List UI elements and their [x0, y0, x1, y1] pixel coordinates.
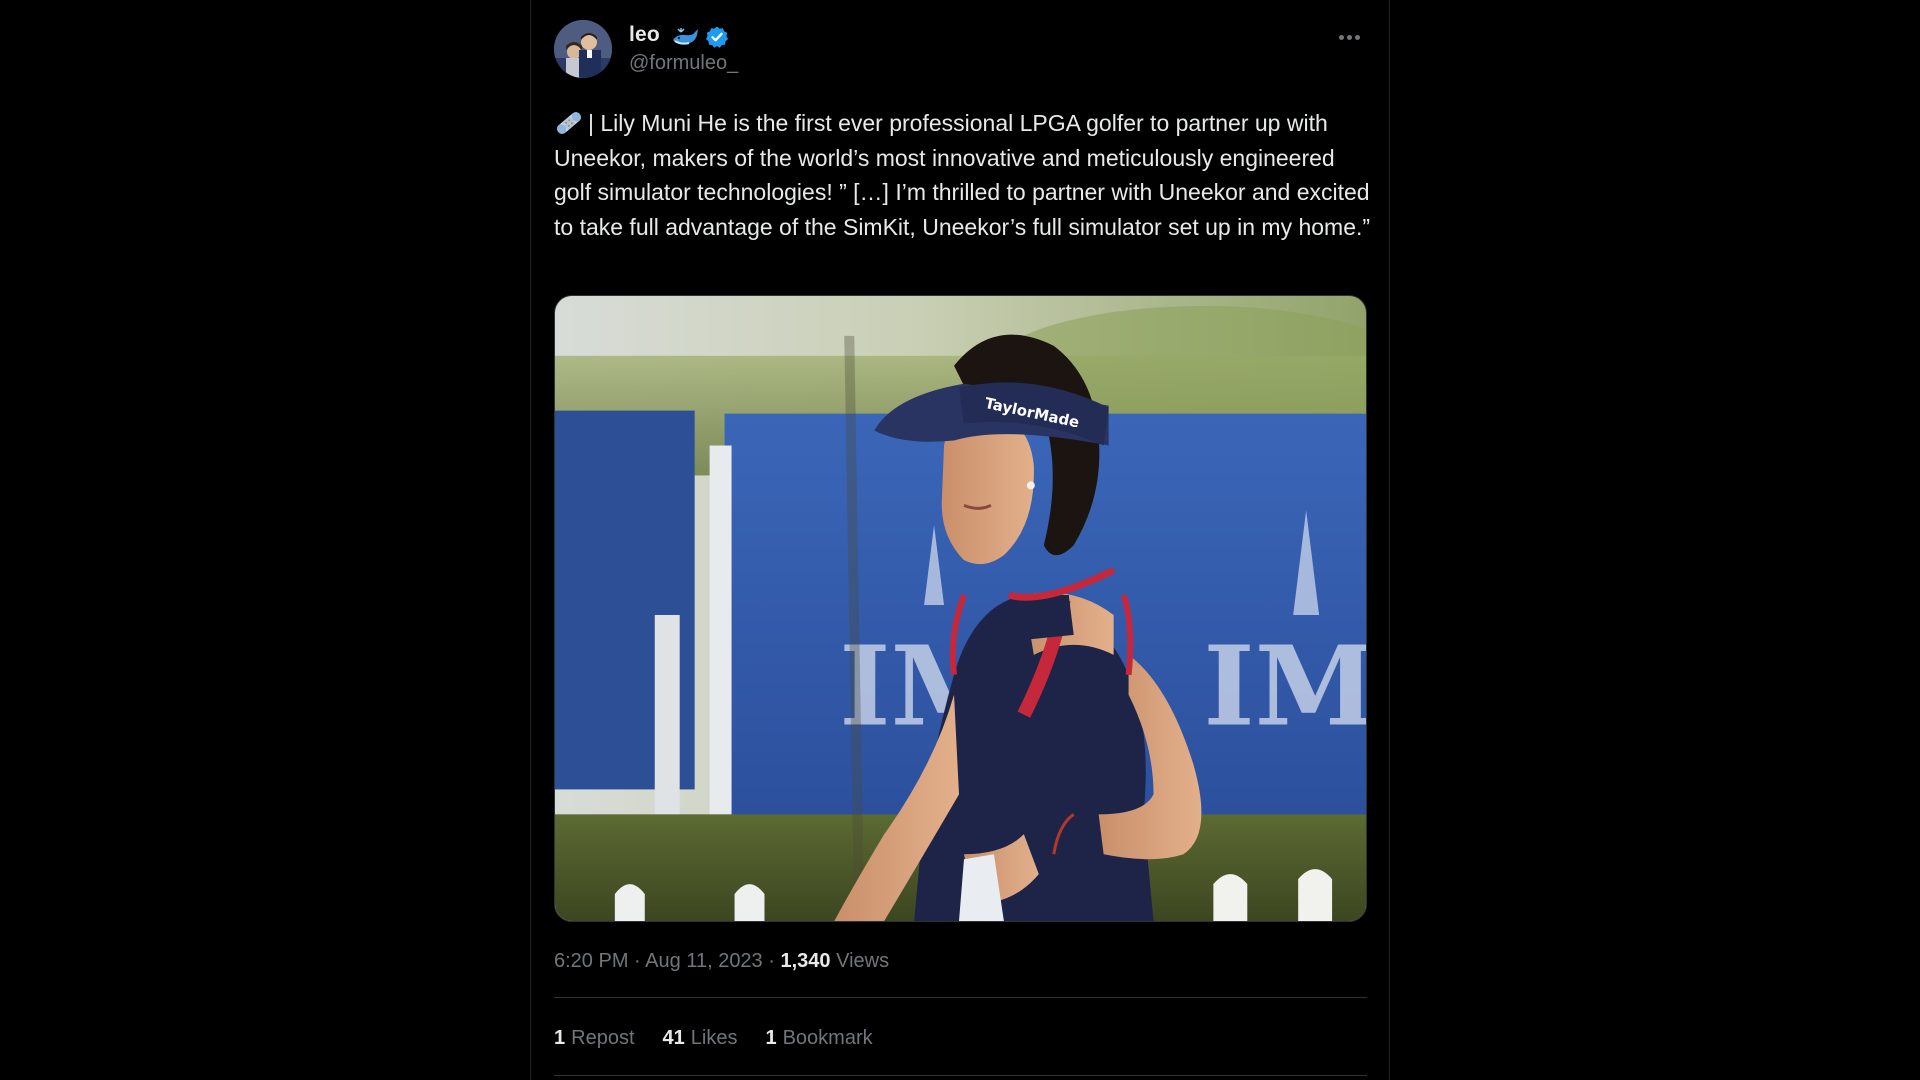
reposts-count: 1	[554, 1027, 566, 1049]
more-options-button[interactable]	[1329, 22, 1369, 52]
likes-label: Likes	[690, 1027, 738, 1049]
likes-link[interactable]: 41 Likes	[663, 1027, 738, 1050]
tweet-text-body: | Lily Muni He is the first ever profess…	[554, 110, 1376, 240]
reposts-link[interactable]: 1 Repost	[554, 1027, 635, 1050]
meta-separator: ·	[768, 950, 775, 972]
avatar[interactable]	[554, 20, 612, 78]
tweet-text: | Lily Muni He is the first ever profess…	[554, 106, 1374, 244]
more-horizontal-icon	[1354, 34, 1360, 40]
adhesive-bandage-emoji	[557, 112, 581, 134]
tweet-meta: 6:20 PM · Aug 11, 2023 · 1,340 Views	[554, 950, 889, 973]
golfer-photo: IM IMG Taylor	[555, 296, 1366, 921]
whale-emoji	[673, 28, 698, 45]
banner-text-right: IMG	[1203, 622, 1366, 751]
divider	[554, 1075, 1367, 1076]
avatar-image	[554, 20, 612, 78]
reposts-label: Repost	[571, 1027, 635, 1049]
bookmarks-label: Bookmark	[782, 1027, 873, 1049]
more-horizontal-icon	[1346, 34, 1352, 40]
tweet-time[interactable]: 6:20 PM	[554, 950, 628, 972]
tweet-header: leo @formuleo_	[554, 20, 1369, 80]
tweet-media-photo[interactable]: IM IMG Taylor	[554, 295, 1367, 922]
author-handle[interactable]: @formuleo_	[629, 52, 738, 75]
divider	[554, 997, 1367, 998]
tweet-stats: 1 Repost 41 Likes 1 Bookmark	[554, 1027, 873, 1050]
verified-icon[interactable]	[705, 25, 729, 49]
display-name[interactable]: leo	[629, 23, 660, 47]
tweet-column: leo @formuleo_ | Lily Muni He is the fir…	[530, 0, 1390, 1080]
tweet-date[interactable]: Aug 11, 2023	[645, 950, 763, 972]
likes-count: 41	[662, 1027, 685, 1049]
more-horizontal-icon	[1338, 34, 1344, 40]
views-label: Views	[836, 950, 890, 972]
meta-separator: ·	[634, 950, 641, 972]
bookmarks-count: 1	[765, 1027, 777, 1049]
views-count: 1,340	[780, 950, 831, 972]
bookmarks-link[interactable]: 1 Bookmark	[765, 1027, 872, 1050]
